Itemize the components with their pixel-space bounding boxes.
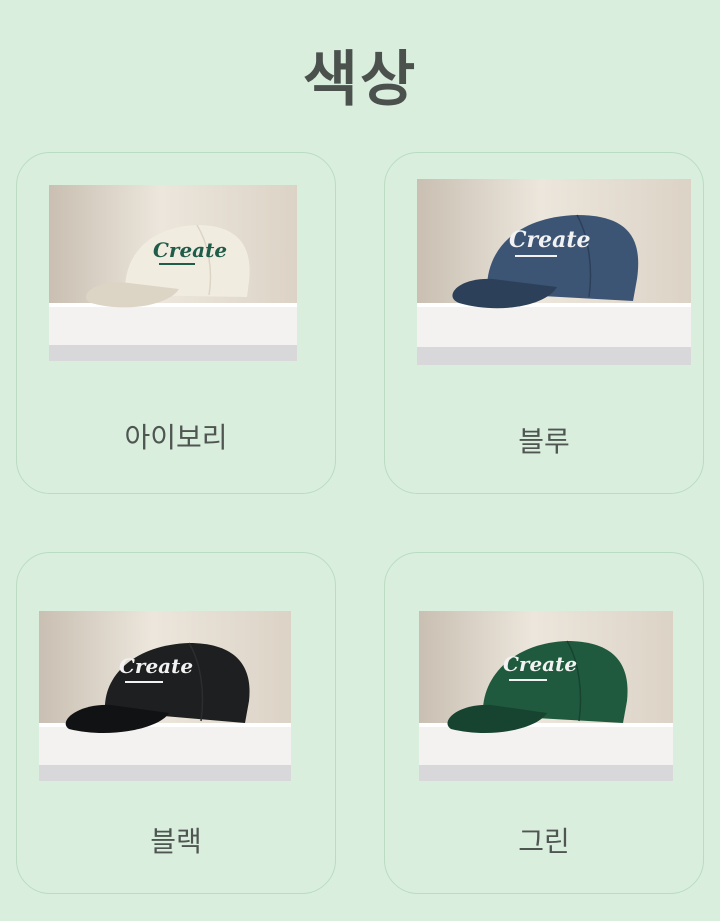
option-label: 블랙 [150, 825, 202, 858]
cap-photo: Create [417, 179, 691, 365]
cap-logo: Create [119, 654, 193, 678]
color-option-ivory[interactable]: Create 아이보리 [16, 152, 336, 494]
cap-photo: Create [419, 611, 673, 781]
cap-logo: Create [153, 238, 227, 262]
option-label: 아이보리 [124, 421, 228, 454]
cap-logo: Create [503, 652, 577, 676]
cap-photo: Create [49, 185, 297, 361]
cap-logo: Create [509, 227, 591, 253]
color-option-blue[interactable]: Create 블루 [384, 152, 704, 494]
cap-photo: Create [39, 611, 291, 781]
color-option-green[interactable]: Create 그린 [384, 552, 704, 894]
page-title: 색상 [302, 45, 418, 115]
option-label: 블루 [518, 425, 570, 458]
option-label: 그린 [518, 825, 570, 858]
color-option-black[interactable]: Create 블랙 [16, 552, 336, 894]
